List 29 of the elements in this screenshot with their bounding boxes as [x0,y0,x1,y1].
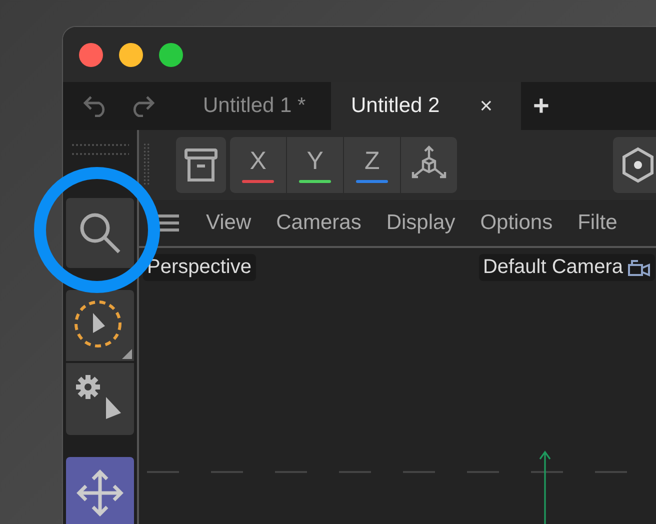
axis-button[interactable]: Y [286,137,344,193]
projection-label[interactable]: Perspective [143,254,256,281]
gear-cursor-tool-button[interactable] [66,363,134,435]
close-button[interactable] [79,42,103,66]
menu-icon[interactable] [157,214,179,232]
axis-button[interactable]: X [230,137,286,193]
camera-icon [627,258,651,276]
document-tab[interactable]: Untitled 1 * [155,82,331,130]
search-tool-button[interactable] [66,198,134,268]
selection-tool-button[interactable] [66,290,134,361]
viewport-menu-item[interactable]: Cameras [276,211,362,235]
grip-icon[interactable] [71,142,129,158]
hexagon-button[interactable] [613,137,656,193]
viewport-menu-item[interactable]: Display [386,211,456,235]
archive-button[interactable] [176,137,226,193]
hexagon-icon [620,146,656,184]
camera-label[interactable]: Default Camera [478,254,655,281]
document-tab[interactable]: Untitled 2 × [331,82,521,130]
minimize-button[interactable] [119,42,143,66]
viewport-menu-item[interactable]: View [206,211,252,235]
new-tab-button[interactable]: + [533,90,550,122]
viewport-menu-item[interactable]: Filte [578,211,618,235]
move-arrows-icon [75,468,125,518]
archive-box-icon [184,147,218,183]
move-tool-button[interactable] [66,457,134,524]
axis-button[interactable]: Z [343,137,400,193]
viewport-menu-item[interactable]: Options [480,211,553,235]
zoom-button[interactable] [159,42,183,66]
close-tab-button[interactable]: × [480,93,493,119]
